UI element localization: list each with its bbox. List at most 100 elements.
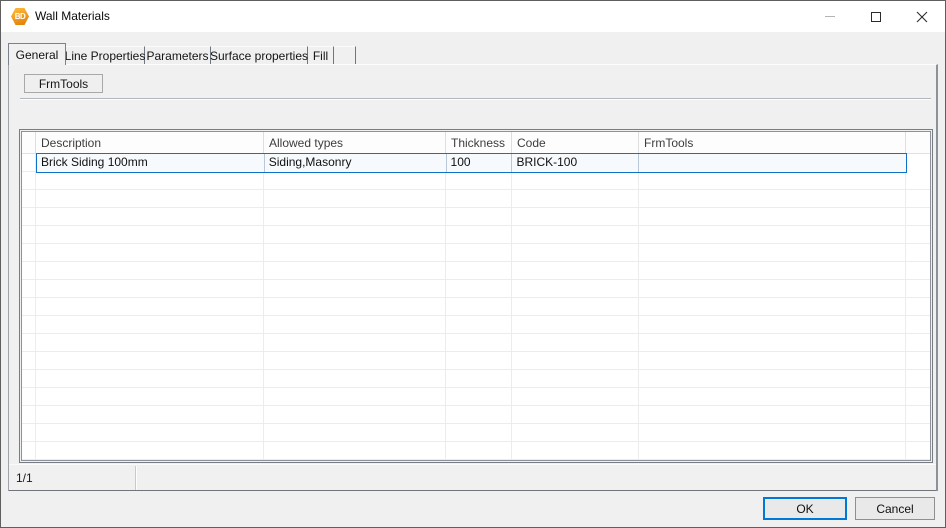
empty-cell [639, 190, 906, 207]
empty-grid-row[interactable] [22, 388, 930, 406]
cell-allowed-types[interactable]: Siding,Masonry [265, 154, 447, 172]
empty-cell [36, 352, 264, 369]
minimize-button[interactable] [807, 1, 853, 32]
column-header-thickness[interactable]: Thickness [446, 132, 512, 153]
empty-cell-filler [906, 226, 930, 243]
empty-cell [36, 334, 264, 351]
cell-description[interactable]: Brick Siding 100mm [37, 154, 265, 172]
empty-cell [446, 244, 512, 261]
empty-cell [639, 370, 906, 387]
empty-cell [264, 406, 446, 423]
column-header-frmtools[interactable]: FrmTools [639, 132, 906, 153]
row-selector-cell[interactable] [22, 154, 36, 172]
empty-cell-filler [906, 244, 930, 261]
frmtools-button[interactable]: FrmTools [24, 74, 103, 93]
empty-cell [22, 208, 36, 225]
grid-header-row: DescriptionAllowed typesThicknessCodeFrm… [22, 132, 930, 154]
empty-grid-row[interactable] [22, 406, 930, 424]
empty-cell [264, 280, 446, 297]
maximize-button[interactable] [853, 1, 899, 32]
tab-fill[interactable]: Fill [308, 46, 334, 64]
cell-code[interactable]: BRICK-100 [512, 154, 639, 172]
empty-cell [22, 262, 36, 279]
column-header-code[interactable]: Code [512, 132, 639, 153]
column-header-filler [906, 132, 930, 153]
empty-cell [22, 298, 36, 315]
tab-line-properties[interactable]: Line Properties [66, 46, 145, 64]
empty-cell [22, 334, 36, 351]
column-header-allowed-types[interactable]: Allowed types [264, 132, 446, 153]
empty-cell [639, 244, 906, 261]
empty-cell [639, 334, 906, 351]
empty-cell [36, 262, 264, 279]
empty-cell [446, 316, 512, 333]
cancel-button[interactable]: Cancel [855, 497, 935, 520]
empty-grid-row[interactable] [22, 352, 930, 370]
empty-cell [22, 226, 36, 243]
empty-grid-row[interactable] [22, 208, 930, 226]
status-bar: 1/1 [9, 464, 936, 490]
close-button[interactable] [899, 1, 945, 32]
empty-grid-row[interactable] [22, 262, 930, 280]
cell-frmtools[interactable] [639, 154, 906, 172]
empty-grid-row[interactable] [22, 316, 930, 334]
empty-cell [512, 208, 639, 225]
empty-cell [22, 424, 36, 441]
column-header-description[interactable]: Description [36, 132, 264, 153]
cell-thickness[interactable]: 100 [447, 154, 513, 172]
empty-cell [639, 388, 906, 405]
empty-grid-row[interactable] [22, 244, 930, 262]
empty-cell [446, 190, 512, 207]
empty-grid-row[interactable] [22, 424, 930, 442]
empty-cell [446, 298, 512, 315]
empty-grid-row[interactable] [22, 280, 930, 298]
empty-cell [512, 370, 639, 387]
empty-grid-row[interactable] [22, 442, 930, 460]
empty-grid-row[interactable] [22, 334, 930, 352]
empty-grid-row[interactable] [22, 172, 930, 190]
empty-cell [22, 280, 36, 297]
empty-cell [36, 244, 264, 261]
empty-cell [512, 280, 639, 297]
selected-row[interactable]: Brick Siding 100mmSiding,Masonry100BRICK… [36, 153, 907, 173]
empty-cell [639, 424, 906, 441]
grid-empty-rows[interactable] [22, 172, 930, 460]
tab-strip: GeneralLine PropertiesParametersSurface … [8, 43, 356, 64]
empty-cell [36, 406, 264, 423]
empty-cell-filler [906, 208, 930, 225]
empty-cell [36, 280, 264, 297]
empty-cell [446, 334, 512, 351]
empty-cell [264, 334, 446, 351]
empty-cell [22, 352, 36, 369]
ok-button[interactable]: OK [763, 497, 847, 520]
empty-cell [264, 442, 446, 459]
empty-grid-row[interactable] [22, 298, 930, 316]
empty-cell [639, 280, 906, 297]
maximize-icon [871, 12, 881, 22]
tab-page-general: FrmTools DescriptionAllowed typesThickne… [8, 64, 938, 493]
empty-cell [264, 424, 446, 441]
empty-cell [264, 244, 446, 261]
empty-grid-row[interactable] [22, 226, 930, 244]
wall-materials-dialog: BD Wall Materials GeneralLine Properties… [0, 0, 946, 528]
tab-general[interactable]: General [8, 43, 66, 65]
empty-cell [639, 316, 906, 333]
empty-grid-row[interactable] [22, 190, 930, 208]
empty-cell [22, 442, 36, 459]
empty-cell [446, 262, 512, 279]
empty-cell [512, 172, 639, 189]
empty-cell [639, 226, 906, 243]
empty-cell-filler [906, 262, 930, 279]
materials-grid: DescriptionAllowed typesThicknessCodeFrm… [19, 129, 933, 463]
tab-parameters[interactable]: Parameters [145, 46, 211, 64]
tab-surface-properties[interactable]: Surface properties [211, 46, 308, 64]
empty-cell [512, 316, 639, 333]
empty-cell [264, 262, 446, 279]
empty-cell-filler [906, 316, 930, 333]
empty-cell [446, 424, 512, 441]
empty-cell-filler [906, 190, 930, 207]
app-icon-text: BD [15, 12, 26, 21]
title-bar: BD Wall Materials [1, 1, 945, 32]
empty-grid-row[interactable] [22, 370, 930, 388]
empty-cell [512, 244, 639, 261]
